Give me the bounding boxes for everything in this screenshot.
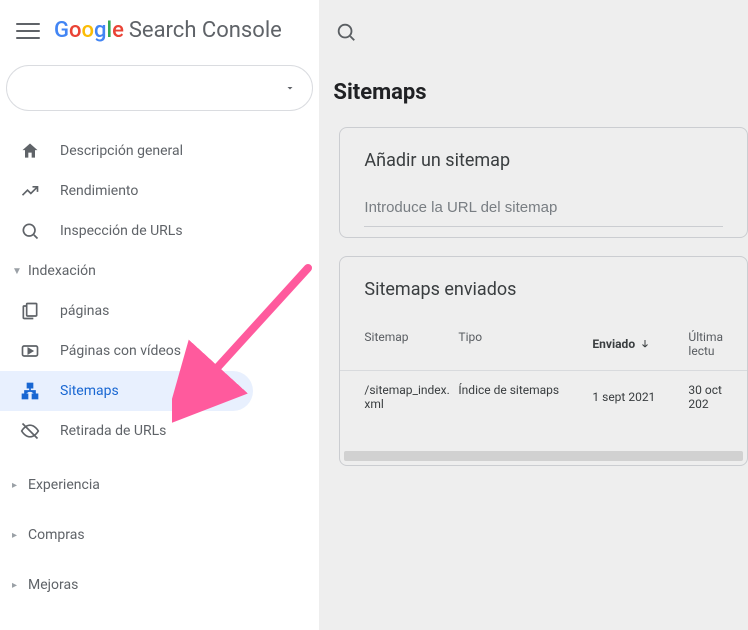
add-sitemap-title: Añadir un sitemap [364,150,723,171]
sidebar-item-sitemaps[interactable]: Sitemaps [0,371,253,411]
sidebar-header: Google Search Console [0,0,319,59]
sidebar-item-label: Descripción general [60,143,183,159]
arrow-down-icon [639,338,651,350]
sidebar-item-label: Sitemaps [60,383,119,399]
pages-icon [20,301,40,321]
sidebar: Google Search Console Descripción genera… [0,0,319,630]
search-icon [20,221,40,241]
section-label: Compras [28,527,85,543]
property-selector[interactable] [6,65,313,111]
sidebar-item-label: Páginas con vídeos [60,343,181,359]
chevron-down-icon [284,82,296,94]
sidebar-item-pages[interactable]: páginas [0,291,319,331]
hidden-icon [20,421,40,441]
sidebar-item-label: Retirada de URLs [60,423,166,439]
chevron-right-icon: ▸ [12,580,22,591]
section-label: Indexación [28,263,96,279]
top-search-bar[interactable] [319,0,748,64]
cell-sitemap: /sitemap_index.xml [364,383,458,411]
add-sitemap-card: Añadir un sitemap [339,127,748,238]
home-icon [20,141,40,161]
sidebar-item-label: Inspección de URLs [60,223,183,239]
submitted-sitemaps-card: Sitemaps enviados Sitemap Tipo Enviado Ú… [339,256,748,466]
col-sent-label: Enviado [592,337,635,351]
table-row[interactable]: /sitemap_index.xml Índice de sitemaps 1 … [340,370,747,451]
sidebar-item-removals[interactable]: Retirada de URLs [0,411,319,451]
col-sitemap[interactable]: Sitemap [364,330,458,358]
sidebar-item-video-pages[interactable]: Páginas con vídeos [0,331,319,371]
col-type[interactable]: Tipo [458,330,592,358]
menu-icon[interactable] [16,19,40,43]
section-shopping[interactable]: ▸ Compras [0,515,319,555]
sitemap-icon [20,381,40,401]
section-indexing[interactable]: ▼ Indexación [0,251,319,291]
chevron-down-icon: ▼ [12,266,22,277]
submitted-sitemaps-title: Sitemaps enviados [340,257,747,312]
page-title: Sitemaps [319,64,748,127]
cell-type: Índice de sitemaps [458,383,592,411]
video-icon [20,341,40,361]
sitemap-url-input[interactable] [364,193,723,227]
section-improvements[interactable]: ▸ Mejoras [0,565,319,605]
section-label: Experiencia [28,477,100,493]
logo-text: Search Console [129,18,282,43]
cell-sent: 1 sept 2021 [592,383,688,411]
sidebar-item-overview[interactable]: Descripción general [0,131,319,171]
cell-last: 30 oct 202 [688,383,723,411]
sidebar-item-url-inspection[interactable]: Inspección de URLs [0,211,319,251]
horizontal-scrollbar[interactable] [344,451,743,461]
trend-icon [20,181,40,201]
section-label: Mejoras [28,577,78,593]
col-last-read[interactable]: Última lectu [688,330,723,358]
sidebar-item-label: Rendimiento [60,183,138,199]
chevron-right-icon: ▸ [12,530,22,541]
section-experience[interactable]: ▸ Experiencia [0,465,319,505]
search-icon [335,21,357,43]
col-sent[interactable]: Enviado [592,330,688,358]
sidebar-item-label: páginas [60,303,109,319]
google-logo: Google Search Console [54,18,282,43]
nav: Descripción general Rendimiento Inspecci… [0,131,319,630]
main-content: Sitemaps Añadir un sitemap Sitemaps envi… [319,0,748,630]
chevron-right-icon: ▸ [12,480,22,491]
table-header: Sitemap Tipo Enviado Última lectu [340,312,747,370]
sidebar-item-performance[interactable]: Rendimiento [0,171,319,211]
